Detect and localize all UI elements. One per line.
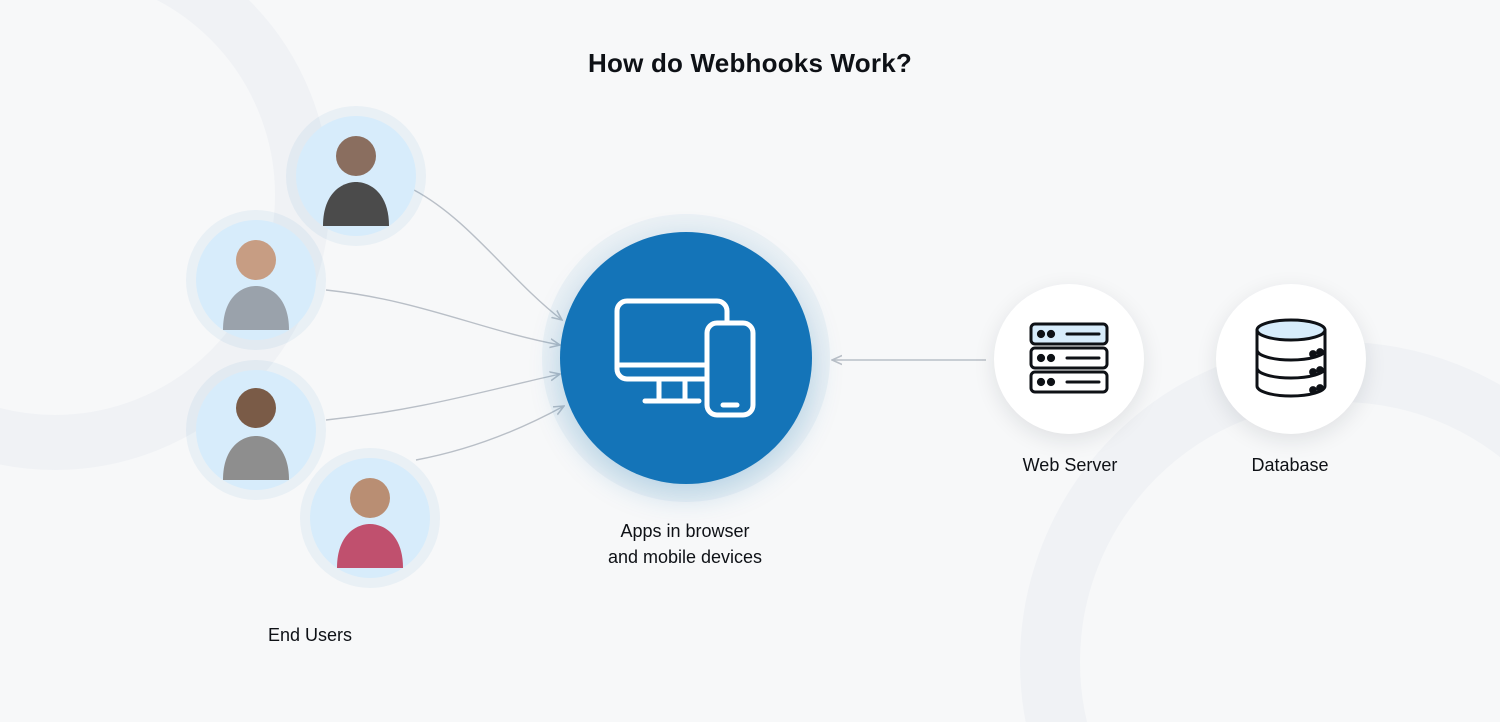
apps-label-line1: Apps in browser	[620, 521, 749, 541]
line-user3-to-apps	[326, 374, 560, 420]
user-avatar-2	[196, 220, 316, 340]
diagram-title: How do Webhooks Work?	[0, 48, 1500, 79]
apps-label: Apps in browser and mobile devices	[545, 518, 825, 570]
server-rack-icon	[1027, 320, 1111, 398]
user-avatar-4	[310, 458, 430, 578]
web-server-node	[994, 284, 1144, 434]
line-user1-to-apps	[414, 190, 562, 320]
end-users-label: End Users	[210, 622, 410, 648]
person-avatar-icon	[213, 380, 299, 480]
apps-label-line2: and mobile devices	[608, 547, 762, 567]
web-server-label: Web Server	[970, 452, 1170, 478]
person-avatar-icon	[213, 230, 299, 330]
apps-node	[560, 232, 812, 484]
database-node	[1216, 284, 1366, 434]
person-avatar-icon	[313, 126, 399, 226]
user-avatar-3	[196, 370, 316, 490]
database-cylinder-icon	[1250, 318, 1332, 400]
database-label: Database	[1190, 452, 1390, 478]
line-user2-to-apps	[326, 290, 560, 345]
monitor-and-phone-icon	[611, 293, 761, 423]
person-avatar-icon	[327, 468, 413, 568]
user-avatar-1	[296, 116, 416, 236]
line-user4-to-apps	[416, 406, 564, 460]
diagram-stage: How do Webhooks Work?	[0, 0, 1500, 722]
